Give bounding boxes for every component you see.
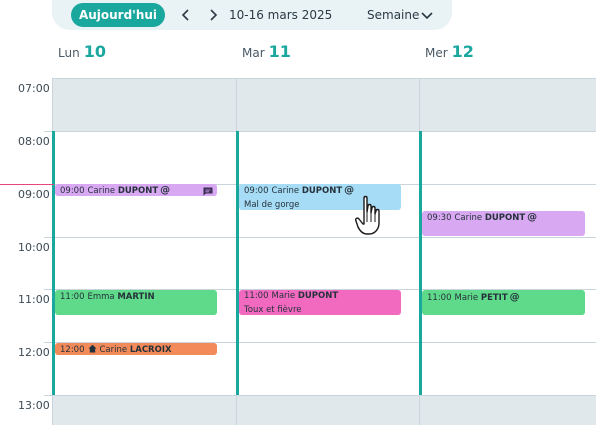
unavailable-slot: [52, 78, 596, 131]
time-label: 12:00: [18, 346, 50, 359]
event-last-name: DUPONT: [484, 213, 526, 223]
time-label: 10:00: [18, 241, 50, 254]
event-reason: Toux et fièvre: [244, 305, 302, 315]
day-number: 10: [83, 42, 106, 61]
view-select[interactable]: Semaine: [367, 8, 419, 22]
current-time-line: [0, 184, 54, 185]
event-time: 12:00: [60, 345, 85, 355]
date-range: 10-16 mars 2025: [229, 8, 333, 22]
event-first-name: Carine: [271, 186, 300, 196]
day-name: Lun: [58, 46, 80, 60]
event-last-name: LACROIX: [129, 345, 172, 355]
event-time: 09:30: [427, 213, 452, 223]
hour-line: [52, 237, 596, 238]
day-header-wed: Mer 12: [425, 42, 474, 61]
hour-tick: [44, 342, 52, 343]
hour-tick: [44, 395, 52, 396]
day-number: 11: [268, 42, 291, 61]
day-name: Mer: [425, 46, 448, 60]
appointment-event[interactable]: 09:00 Carine DUPONT @: [55, 184, 217, 196]
hour-tick: [44, 289, 52, 290]
chat-icon: [203, 187, 213, 196]
availability-bar: [52, 131, 55, 395]
event-first-name: Marie: [454, 293, 479, 303]
time-label: 13:00: [18, 399, 50, 412]
time-label: 11:00: [18, 293, 50, 306]
event-last-name: DUPONT: [297, 291, 339, 301]
hour-line: [52, 131, 596, 132]
calendar-grid[interactable]: [52, 78, 596, 425]
hour-line: [52, 78, 596, 79]
day-header-tue: Mar 11: [242, 42, 291, 61]
availability-bar: [419, 131, 422, 395]
online-at-icon: @: [160, 185, 171, 196]
online-at-icon: @: [509, 292, 520, 303]
event-first-name: Emma: [87, 292, 115, 302]
today-button[interactable]: Aujourd'hui: [71, 3, 165, 27]
availability-bar: [236, 131, 239, 395]
day-header-mon: Lun 10: [58, 42, 106, 61]
hour-tick: [44, 237, 52, 238]
event-first-name: Carine: [87, 186, 116, 196]
event-time: 11:00: [427, 293, 452, 303]
appointment-event[interactable]: 11:00 Marie PETIT @: [422, 290, 585, 315]
event-last-name: DUPONT: [301, 186, 343, 196]
appointment-event[interactable]: 11:00 Emma MARTIN: [55, 290, 217, 315]
hand-pointer-icon: [355, 195, 380, 235]
event-last-name: MARTIN: [117, 292, 155, 302]
day-name: Mar: [242, 46, 265, 60]
home-icon: [88, 344, 96, 353]
online-at-icon: @: [527, 212, 538, 223]
time-label: 08:00: [18, 135, 50, 148]
unavailable-slot: [52, 395, 596, 425]
event-time: 09:00: [60, 186, 85, 196]
hour-tick: [44, 131, 52, 132]
appointment-event[interactable]: 09:30 Carine DUPONT @: [422, 211, 585, 236]
time-label: 09:00: [18, 188, 50, 201]
time-label: 07:00: [18, 82, 50, 95]
chevron-left-icon[interactable]: [178, 7, 194, 23]
event-last-name: DUPONT: [117, 186, 159, 196]
chevron-right-icon[interactable]: [205, 7, 221, 23]
chevron-down-icon[interactable]: [420, 8, 434, 22]
appointment-event[interactable]: 12:00 Carine LACROIX: [55, 343, 217, 355]
hour-line: [52, 395, 596, 396]
online-at-icon: @: [344, 185, 355, 196]
event-first-name: Carine: [454, 213, 483, 223]
event-time: 11:00: [60, 292, 85, 302]
event-first-name: Carine: [99, 345, 128, 355]
event-time: 09:00: [244, 186, 269, 196]
event-last-name: PETIT: [480, 293, 508, 303]
day-number: 12: [451, 42, 474, 61]
appointment-event[interactable]: 11:00 Marie DUPONT Toux et fièvre: [239, 290, 401, 315]
event-time: 11:00: [244, 291, 269, 301]
event-first-name: Marie: [271, 291, 296, 301]
